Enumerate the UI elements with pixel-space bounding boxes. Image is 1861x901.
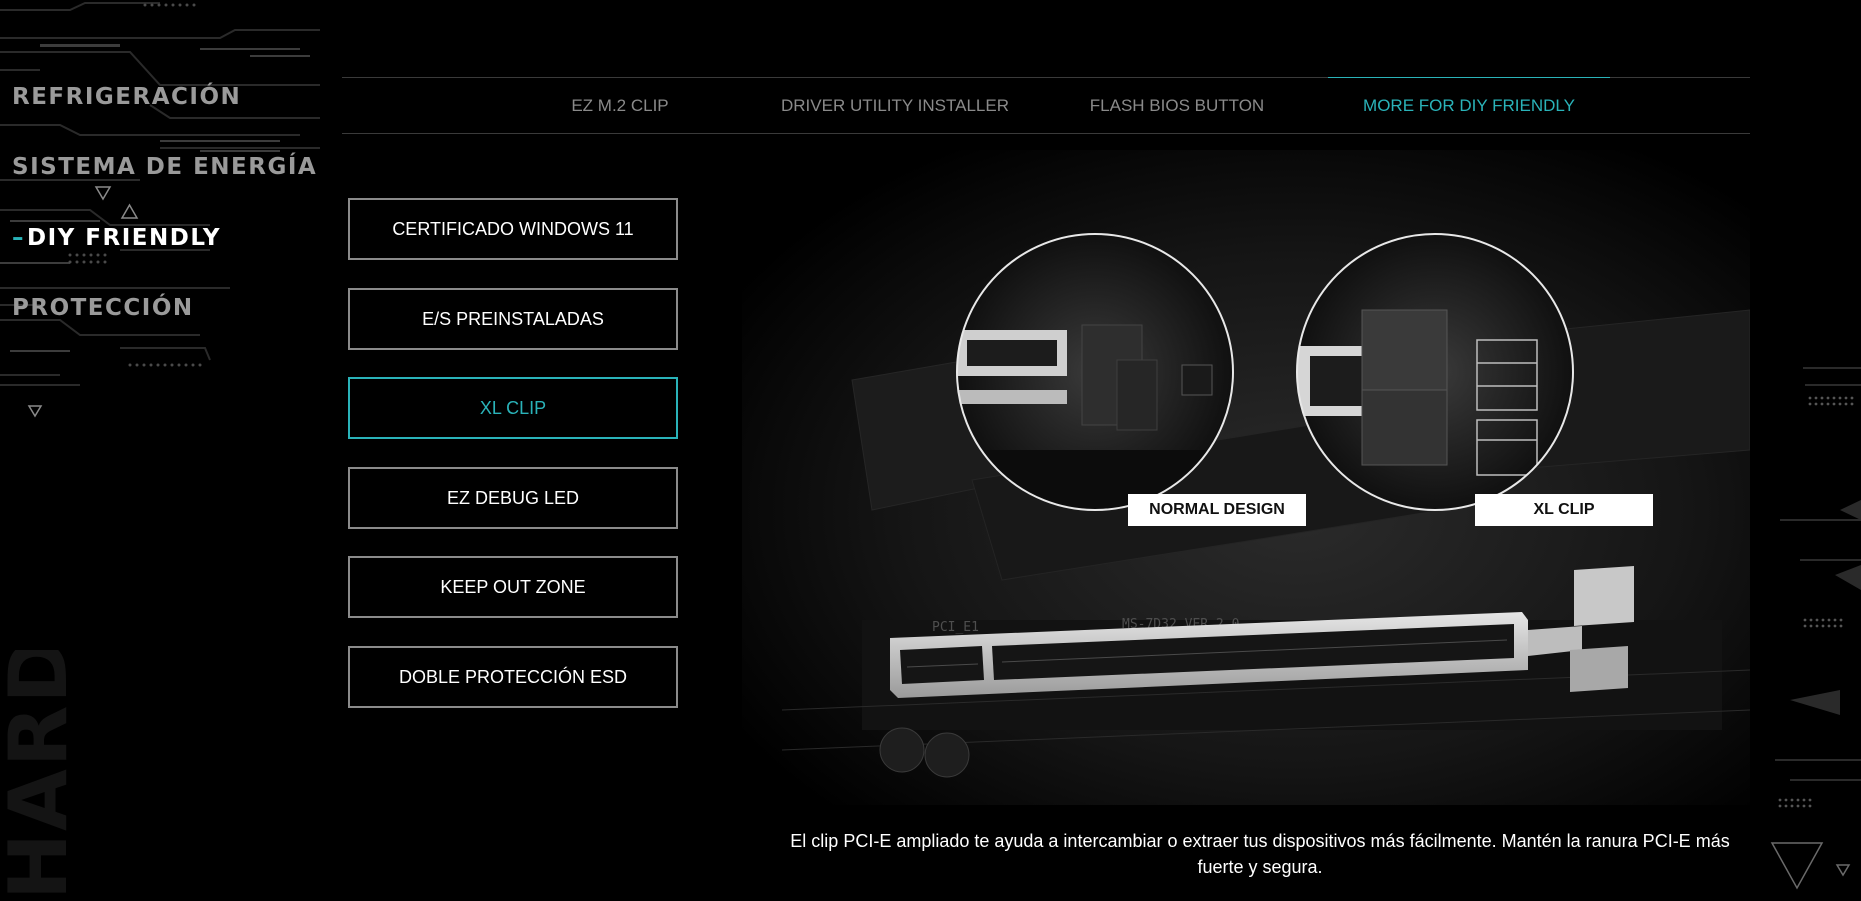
feature-button-doble-proteccion-esd[interactable]: DOBLE PROTECCIÓN ESD bbox=[348, 646, 678, 708]
badge-xl-clip: XL CLIP bbox=[1475, 494, 1653, 526]
sidebar-item-refrigeracion[interactable]: REFRIGERACIÓN bbox=[12, 84, 241, 110]
sidebar-item-diy-friendly[interactable]: –DIY FRIENDLY bbox=[12, 225, 221, 251]
tab-ez-m2-clip[interactable]: EZ M.2 CLIP bbox=[530, 78, 710, 134]
vertical-watermark: HARDWARE bbox=[0, 650, 78, 901]
feature-tabs: EZ M.2 CLIP DRIVER UTILITY INSTALLER FLA… bbox=[342, 77, 1750, 134]
sidebar-item-label: DIY FRIENDLY bbox=[27, 225, 222, 251]
feature-button-keep-out-zone[interactable]: KEEP OUT ZONE bbox=[348, 556, 678, 618]
feature-button-xl-clip[interactable]: XL CLIP bbox=[348, 377, 678, 439]
feature-description: El clip PCI-E ampliado te ayuda a interc… bbox=[790, 831, 1730, 877]
badge-normal-design: NORMAL DESIGN bbox=[1128, 494, 1306, 526]
tab-flash-bios-button[interactable]: FLASH BIOS BUTTON bbox=[1052, 78, 1302, 134]
right-decoration bbox=[1770, 367, 1861, 890]
feature-button-windows-11[interactable]: CERTIFICADO WINDOWS 11 bbox=[348, 198, 678, 260]
tab-more-for-diy-friendly[interactable]: MORE FOR DIY FRIENDLY bbox=[1328, 77, 1610, 133]
feature-button-ez-debug-led[interactable]: EZ DEBUG LED bbox=[348, 467, 678, 529]
feature-image: PCI_E1 MS-7D32 VER 2.0 NORMAL DESIGN XL … bbox=[742, 150, 1750, 805]
sidebar: HARDWARE REFRIGERACIÓN SISTEMA DE ENERGÍ… bbox=[0, 0, 335, 901]
pcb-slot-label: PCI_E1 bbox=[932, 620, 979, 635]
feature-button-es-preinstaladas[interactable]: E/S PREINSTALADAS bbox=[348, 288, 678, 350]
sidebar-item-proteccion[interactable]: PROTECCIÓN bbox=[12, 295, 194, 321]
sidebar-item-sistema-de-energia[interactable]: SISTEMA DE ENERGÍA bbox=[12, 154, 317, 180]
active-indicator: – bbox=[12, 225, 25, 251]
tab-driver-utility-installer[interactable]: DRIVER UTILITY INSTALLER bbox=[760, 78, 1030, 134]
